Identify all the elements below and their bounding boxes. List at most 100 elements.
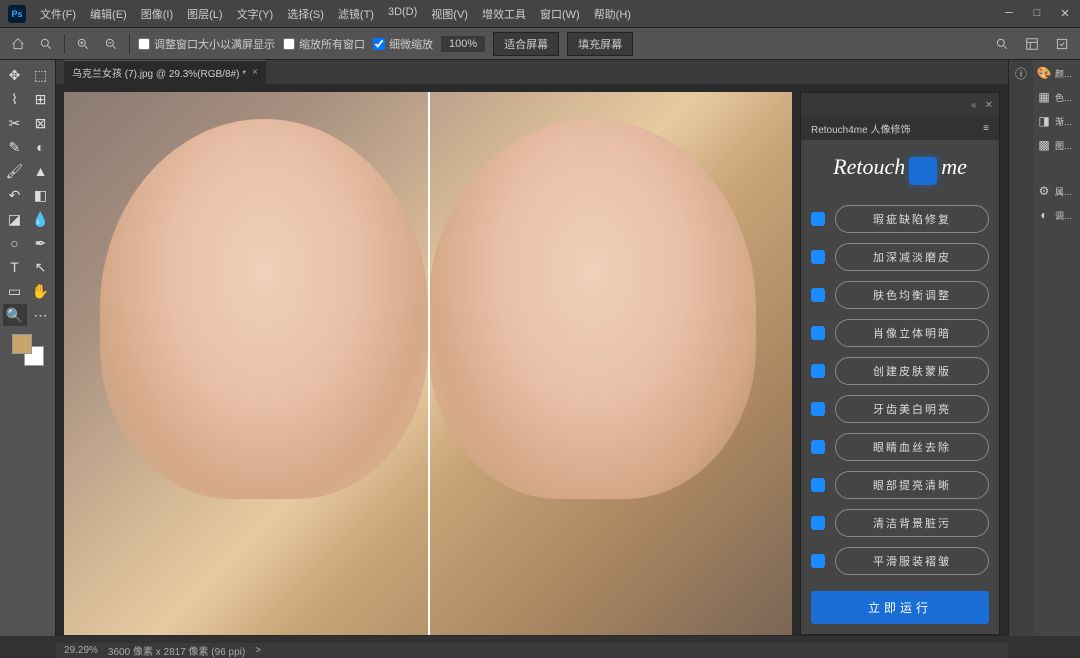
history-brush-tool[interactable]: ↶ xyxy=(3,184,27,206)
fill-screen-button[interactable]: 填充屏幕 xyxy=(567,32,633,56)
action-button[interactable]: 清洁背景脏污 xyxy=(835,509,989,537)
properties-panel-tab[interactable]: ⚙属... xyxy=(1037,184,1076,198)
minimize-button[interactable]: ─ xyxy=(1002,7,1016,20)
fit-screen-button[interactable]: 适合屏幕 xyxy=(493,32,559,56)
more-tools[interactable]: ⋯ xyxy=(29,304,53,326)
gradient-icon: ◨ xyxy=(1037,114,1051,128)
action-checkbox[interactable] xyxy=(811,288,825,302)
action-checkbox[interactable] xyxy=(811,516,825,530)
menu-edit[interactable]: 编辑(E) xyxy=(84,2,133,26)
eyedropper-tool[interactable]: ✎ xyxy=(3,136,27,158)
zoom-in-icon[interactable] xyxy=(73,34,93,54)
run-button[interactable]: 立即运行 xyxy=(811,591,989,624)
action-button[interactable]: 创建皮肤蒙版 xyxy=(835,357,989,385)
frame-tool[interactable]: ⊠ xyxy=(29,112,53,134)
zoom-all-checkbox[interactable]: 缩放所有窗口 xyxy=(283,36,365,52)
action-button[interactable]: 加深减淡磨皮 xyxy=(835,243,989,271)
pen-tool[interactable]: ✒ xyxy=(29,232,53,254)
action-checkbox[interactable] xyxy=(811,250,825,264)
selection-tool[interactable]: ⊞ xyxy=(29,88,53,110)
action-button[interactable]: 眼睛血丝去除 xyxy=(835,433,989,461)
menu-help[interactable]: 帮助(H) xyxy=(588,2,637,26)
shape-tool[interactable]: ▭ xyxy=(3,280,27,302)
marquee-tool[interactable]: ⬚ xyxy=(29,64,53,86)
scrubby-zoom-checkbox[interactable]: 细微缩放 xyxy=(373,36,433,52)
resize-window-checkbox[interactable]: 调整窗口大小以满屏显示 xyxy=(138,36,275,52)
menu-plugins[interactable]: 增效工具 xyxy=(476,2,532,26)
zoom-tool[interactable]: 🔍 xyxy=(3,304,27,326)
image-right-half xyxy=(428,119,756,499)
action-skin-tone: 肤色均衡调整 xyxy=(811,281,989,309)
action-button[interactable]: 肤色均衡调整 xyxy=(835,281,989,309)
right-panel-dock: ⓘ 🎨颜... ▦色... ◨渐... ▩图... ⚙属... ◐调... xyxy=(1008,60,1080,636)
canvas-area: « ✕ Retouch4me 人像修饰 ≡ Retouchme 瑕疵缺陷修复 加… xyxy=(56,84,1008,643)
action-portrait-volume: 肖像立体明暗 xyxy=(811,319,989,347)
home-icon[interactable] xyxy=(8,34,28,54)
share-icon[interactable] xyxy=(1052,34,1072,54)
menu-select[interactable]: 选择(S) xyxy=(281,2,330,26)
maximize-button[interactable]: □ xyxy=(1030,7,1044,20)
action-button[interactable]: 平滑服装褶皱 xyxy=(835,547,989,575)
workspace-icon[interactable] xyxy=(1022,34,1042,54)
adjust-icon: ◐ xyxy=(1037,208,1051,222)
search-options-icon[interactable] xyxy=(36,34,56,54)
menu-type[interactable]: 文字(Y) xyxy=(231,2,280,26)
action-button[interactable]: 肖像立体明暗 xyxy=(835,319,989,347)
adjustments-panel-tab[interactable]: ◐调... xyxy=(1037,208,1076,222)
menu-layer[interactable]: 图层(L) xyxy=(181,2,228,26)
close-tab-icon[interactable]: × xyxy=(252,67,258,78)
menu-3d[interactable]: 3D(D) xyxy=(382,2,423,26)
menu-file[interactable]: 文件(F) xyxy=(34,2,82,26)
close-button[interactable]: ✕ xyxy=(1058,7,1072,20)
move-tool[interactable]: ✥ xyxy=(3,64,27,86)
action-checkbox[interactable] xyxy=(811,212,825,226)
divider xyxy=(64,34,65,54)
menu-window[interactable]: 窗口(W) xyxy=(534,2,586,26)
panel-close-icon[interactable]: ✕ xyxy=(985,100,993,111)
action-checkbox[interactable] xyxy=(811,326,825,340)
blur-tool[interactable]: 💧 xyxy=(29,208,53,230)
action-button[interactable]: 牙齿美白明亮 xyxy=(835,395,989,423)
document-canvas[interactable] xyxy=(64,92,792,635)
type-tool[interactable]: T xyxy=(3,256,27,278)
action-checkbox[interactable] xyxy=(811,402,825,416)
path-tool[interactable]: ↖ xyxy=(29,256,53,278)
hand-tool[interactable]: ✋ xyxy=(29,280,53,302)
palette-icon: 🎨 xyxy=(1037,66,1051,80)
zoom-out-icon[interactable] xyxy=(101,34,121,54)
action-button[interactable]: 瑕疵缺陷修复 xyxy=(835,205,989,233)
info-icon[interactable]: ⓘ xyxy=(1014,66,1028,80)
brush-tool[interactable]: 🖌 xyxy=(3,160,27,182)
document-tab[interactable]: 乌克兰女孩 (7).jpg @ 29.3%(RGB/8#) * × xyxy=(64,60,266,84)
crop-tool[interactable]: ✂ xyxy=(3,112,27,134)
foreground-color[interactable] xyxy=(12,334,32,354)
action-button[interactable]: 眼部提亮清晰 xyxy=(835,471,989,499)
brand-cube-icon xyxy=(909,157,937,185)
gradient-tool[interactable]: ◪ xyxy=(3,208,27,230)
document-tab-label: 乌克兰女孩 (7).jpg @ 29.3%(RGB/8#) * xyxy=(72,65,246,80)
eraser-tool[interactable]: ◧ xyxy=(29,184,53,206)
color-panel-tab[interactable]: 🎨颜... xyxy=(1037,66,1076,80)
lasso-tool[interactable]: ⌇ xyxy=(3,88,27,110)
stamp-tool[interactable]: ▲ xyxy=(29,160,53,182)
patterns-panel-tab[interactable]: ▩图... xyxy=(1037,138,1076,152)
dodge-tool[interactable]: ○ xyxy=(3,232,27,254)
panel-menu-icon[interactable]: ≡ xyxy=(983,123,989,134)
action-checkbox[interactable] xyxy=(811,364,825,378)
status-bar: 29.29% 3600 像素 x 2817 像素 (96 ppi) > xyxy=(56,643,1008,658)
gradients-panel-tab[interactable]: ◨渐... xyxy=(1037,114,1076,128)
heal-tool[interactable]: ◐ xyxy=(29,136,53,158)
color-swatches[interactable] xyxy=(12,334,44,366)
action-checkbox[interactable] xyxy=(811,478,825,492)
zoom-percent-button[interactable]: 100% xyxy=(441,36,485,52)
menu-image[interactable]: 图像(I) xyxy=(135,2,179,26)
zoom-all-label: 缩放所有窗口 xyxy=(299,36,365,52)
action-checkbox[interactable] xyxy=(811,554,825,568)
action-checkbox[interactable] xyxy=(811,440,825,454)
status-arrow-icon[interactable]: > xyxy=(255,645,261,656)
menu-filter[interactable]: 滤镜(T) xyxy=(332,2,380,26)
panel-collapse-icon[interactable]: « xyxy=(971,100,977,111)
search-icon[interactable] xyxy=(992,34,1012,54)
menu-view[interactable]: 视图(V) xyxy=(425,2,474,26)
swatches-panel-tab[interactable]: ▦色... xyxy=(1037,90,1076,104)
